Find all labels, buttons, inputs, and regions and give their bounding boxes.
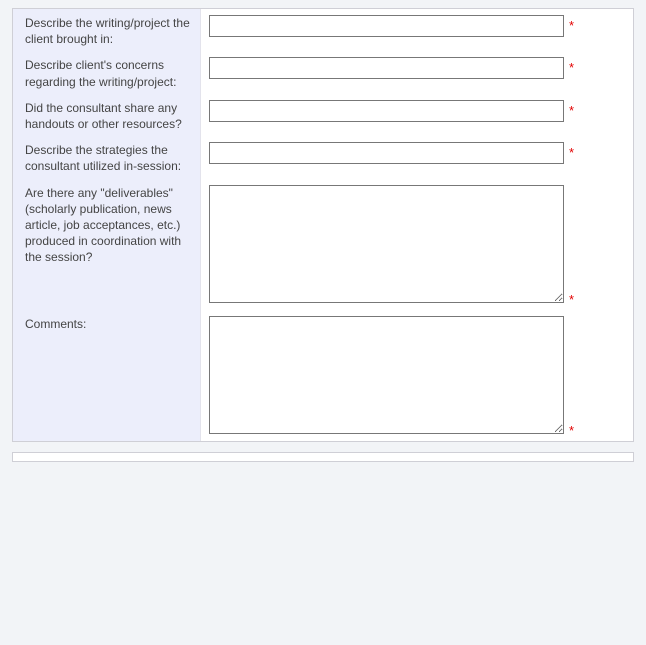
textarea-deliverables[interactable] <box>209 185 564 303</box>
field-cell-project-brought: * <box>201 9 634 51</box>
field-cell-strategies: * <box>201 136 634 178</box>
label-client-concerns: Describe client's concerns regarding the… <box>13 51 201 93</box>
form-row-deliverables: Are there any "deliverables" (scholarly … <box>13 179 633 310</box>
required-icon: * <box>569 424 574 437</box>
form-row-comments: Comments: * <box>13 310 633 441</box>
field-cell-handouts: * <box>201 94 634 136</box>
input-handouts[interactable] <box>209 100 564 122</box>
form-row-project-brought: Describe the writing/project the client … <box>13 9 633 51</box>
label-deliverables: Are there any "deliverables" (scholarly … <box>13 179 201 310</box>
required-icon: * <box>569 104 574 117</box>
field-cell-client-concerns: * <box>201 51 634 93</box>
form-row-handouts: Did the consultant share any handouts or… <box>13 94 633 136</box>
label-comments: Comments: <box>13 310 201 441</box>
form-row-client-concerns: Describe client's concerns regarding the… <box>13 51 633 93</box>
field-cell-deliverables: * <box>201 179 634 310</box>
required-icon: * <box>569 146 574 159</box>
required-icon: * <box>569 61 574 74</box>
form-table: Describe the writing/project the client … <box>13 9 633 441</box>
section-divider <box>12 452 634 462</box>
form-row-strategies: Describe the strategies the consultant u… <box>13 136 633 178</box>
required-icon: * <box>569 19 574 32</box>
input-client-concerns[interactable] <box>209 57 564 79</box>
required-icon: * <box>569 293 574 306</box>
form-panel: Describe the writing/project the client … <box>12 8 634 442</box>
label-strategies: Describe the strategies the consultant u… <box>13 136 201 178</box>
input-project-brought[interactable] <box>209 15 564 37</box>
input-strategies[interactable] <box>209 142 564 164</box>
page-container: Describe the writing/project the client … <box>0 0 646 645</box>
field-cell-comments: * <box>201 310 634 441</box>
label-project-brought: Describe the writing/project the client … <box>13 9 201 51</box>
textarea-comments[interactable] <box>209 316 564 434</box>
label-handouts: Did the consultant share any handouts or… <box>13 94 201 136</box>
